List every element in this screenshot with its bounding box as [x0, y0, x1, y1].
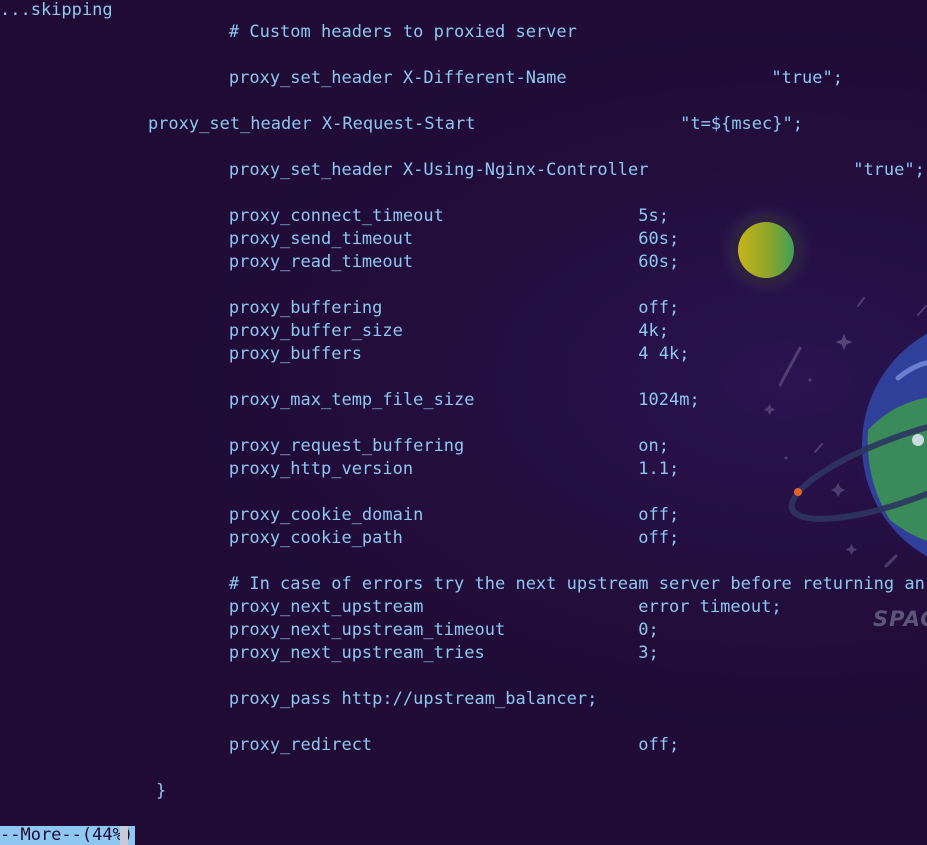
config-line-next-upstream-timeout: proxy_next_upstream_timeout 0; [147, 620, 659, 640]
planet-icon [788, 325, 927, 565]
config-comment-custom-headers: # Custom headers to proxied server [147, 22, 577, 42]
config-line-request-buffering: proxy_request_buffering on; [147, 436, 669, 456]
config-line-different-name: proxy_set_header X-Different-Name "true"… [147, 68, 843, 88]
config-line-read-timeout: proxy_read_timeout 60s; [147, 252, 680, 272]
config-line-next-upstream: proxy_next_upstream error timeout; [147, 597, 782, 617]
skipping-indicator: ...skipping [0, 0, 113, 20]
config-line-proxy-pass: proxy_pass http://upstream_balancer; [147, 689, 598, 709]
config-line-send-timeout: proxy_send_timeout 60s; [147, 229, 680, 249]
config-comment-errors: # In case of errors try the next upstrea… [147, 574, 927, 594]
stars-decoration [763, 297, 927, 568]
terminal-window[interactable]: SPAC ...skipping # Custom headers to pro… [0, 0, 927, 845]
moon-icon [718, 202, 814, 298]
config-line-cookie-domain: proxy_cookie_domain off; [147, 505, 680, 525]
config-line-nginx-controller: proxy_set_header X-Using-Nginx-Controlle… [147, 160, 925, 180]
terminal-cursor [120, 826, 128, 845]
config-line-connect-timeout: proxy_connect_timeout 5s; [147, 206, 669, 226]
wallpaper-brand-text: SPAC [873, 607, 927, 631]
config-line-cookie-path: proxy_cookie_path off; [147, 528, 680, 548]
config-line-buffering: proxy_buffering off; [147, 298, 680, 318]
pager-status-bar[interactable]: --More--(44%) [0, 826, 136, 845]
config-line-buffer-size: proxy_buffer_size 4k; [147, 321, 669, 341]
config-line-http-version: proxy_http_version 1.1; [147, 459, 680, 479]
config-closing-brace: } [115, 781, 167, 801]
config-line-proxy-redirect: proxy_redirect off; [147, 735, 680, 755]
config-line-buffers: proxy_buffers 4 4k; [147, 344, 690, 364]
config-line-request-start: proxy_set_header X-Request-Start "t=${ms… [107, 114, 803, 134]
config-line-max-temp-file-size: proxy_max_temp_file_size 1024m; [147, 390, 700, 410]
config-line-next-upstream-tries: proxy_next_upstream_tries 3; [147, 643, 659, 663]
